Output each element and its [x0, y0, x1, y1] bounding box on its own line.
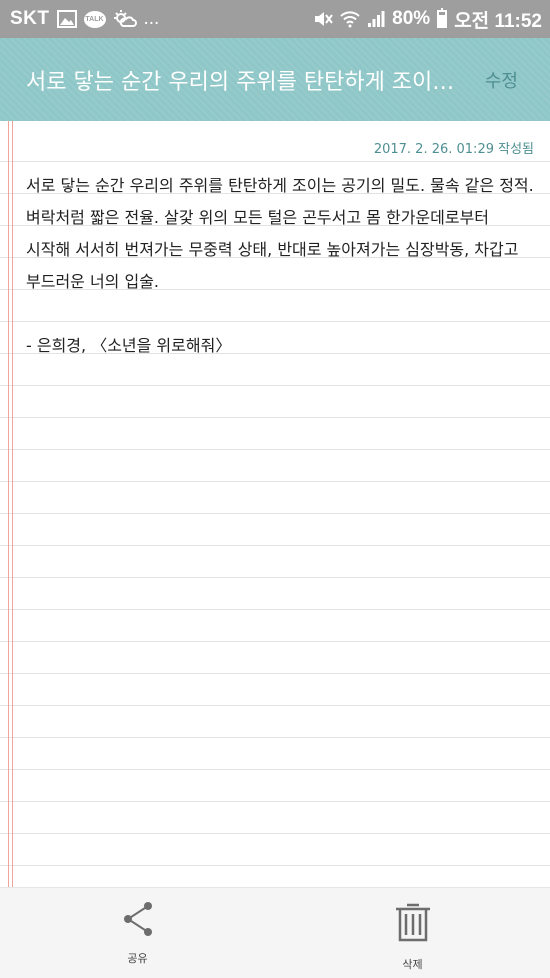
status-bar-right: 80% 오전 11:52 [313, 6, 542, 33]
status-bar: SKT TALK ... 80% 오전 11:52 [0, 0, 550, 38]
note-body[interactable]: 서로 닿는 순간 우리의 주위를 탄탄하게 조이는 공기의 밀도. 물속 같은 … [26, 170, 536, 362]
share-label: 공유 [127, 952, 148, 965]
carrier-label: SKT [10, 8, 50, 29]
note-line: 부드러운 너의 입술. [26, 272, 160, 291]
edit-button[interactable]: 수정 [481, 61, 522, 99]
wifi-icon [340, 10, 360, 28]
note-date: 2017. 2. 26. 01:29 작성됨 [373, 142, 534, 157]
image-icon [56, 10, 77, 28]
note-title: 서로 닿는 순간 우리의 주위를 탄탄하게 조이는 공기의 밀도. 물속 같은 … [26, 69, 456, 95]
note-line: 벼락처럼 짧은 전율. 살갗 위의 모든 털은 곤두서고 몸 한가운데로부터 [26, 208, 490, 227]
signal-icon [367, 10, 385, 28]
more-notifications: ... [143, 8, 160, 29]
margin-line [12, 121, 13, 887]
battery-icon [437, 8, 448, 28]
battery-fill [439, 14, 446, 26]
share-icon [121, 900, 155, 942]
delete-button[interactable]: 삭제 [275, 888, 550, 978]
clock: 오전 11:52 [454, 10, 542, 32]
note-line: 시작해 서서히 번져가는 무중력 상태, 반대로 높아져가는 심장박동, 차갑고 [26, 240, 519, 259]
note-line [26, 298, 536, 330]
margin-line [8, 121, 9, 887]
weather-icon [113, 9, 137, 29]
talk-icon: TALK [83, 10, 106, 28]
note-line: - 은희경, 〈소년을 위로해줘〉 [26, 336, 232, 355]
status-bar-left: SKT TALK ... [10, 8, 159, 30]
battery-percent: 80% [392, 8, 431, 29]
share-button[interactable]: 공유 [0, 888, 275, 978]
trash-icon [393, 900, 433, 948]
mute-icon [313, 10, 333, 28]
note-line: 서로 닿는 순간 우리의 주위를 탄탄하게 조이는 공기의 밀도. 물속 같은 … [26, 176, 534, 195]
bottom-action-bar: 공유 삭제 [0, 887, 550, 978]
app-header: 서로 닿는 순간 우리의 주위를 탄탄하게 조이는 공기의 밀도. 물속 같은 … [0, 38, 550, 121]
delete-label: 삭제 [402, 958, 423, 971]
talk-icon-label: TALK [83, 10, 106, 28]
